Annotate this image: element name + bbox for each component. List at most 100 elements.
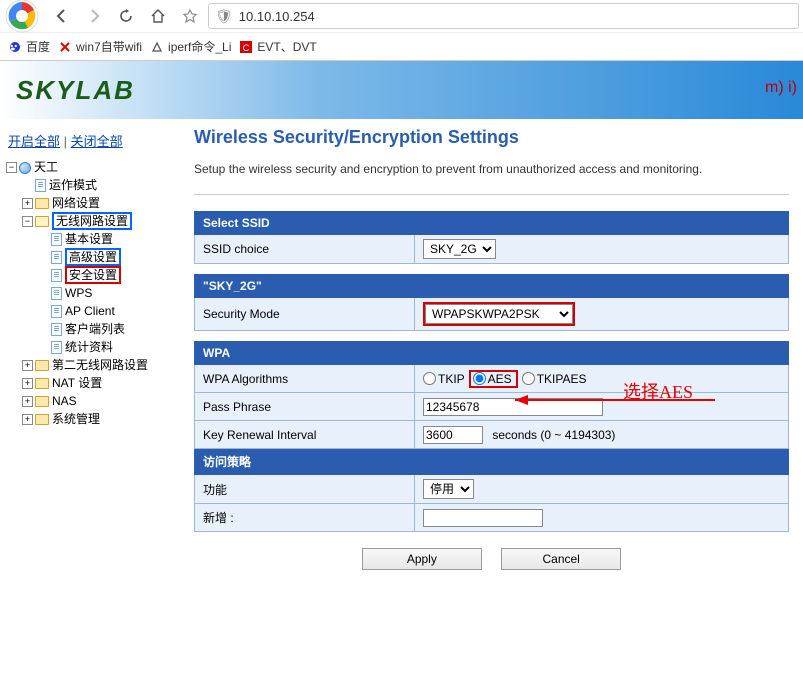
security-mode-select[interactable]: WPAPSKWPA2PSK [425,304,573,324]
wpa-algo-label: WPA Algorithms [195,365,415,393]
renewal-suffix: seconds (0 ~ 4194303) [492,428,615,442]
expander-icon[interactable]: − [6,162,17,173]
tree-root[interactable]: 天工 [34,160,58,174]
folder-icon [35,360,49,371]
access-func-select[interactable]: 停用 [423,479,474,499]
access-header: 访问策略 [195,449,789,475]
bookmarks-bar: 百度 win7自带wifi iperf命令_Li C EVT、DVT [0,32,803,60]
expander-icon[interactable]: − [22,216,33,227]
tree-controls: 开启全部 | 关闭全部 [4,123,176,158]
browser-chrome: 🛡 10.10.10.254 百度 win7自带wifi iperf命令_Li … [0,0,803,61]
section-header: WPA [195,342,789,365]
security-mode-label: Security Mode [195,298,415,331]
home-button[interactable] [144,2,172,30]
tree-wireless[interactable]: 无线网路设置 [52,212,132,230]
page-icon [51,233,62,246]
folder-open-icon [35,216,49,227]
page-icon [51,323,62,336]
tree-security[interactable]: 安全设置 [65,266,121,284]
url-box[interactable]: 🛡 10.10.10.254 [208,3,799,29]
folder-icon [35,378,49,389]
nav-tree: − 天工 运作模式 + 网络设置 − 无线网路设置 基本设置 高级设置 安全设置 WP… [4,158,176,428]
passphrase-label: Pass Phrase [195,393,415,421]
ssid-choice-select[interactable]: SKY_2G [423,239,496,259]
page-icon [51,251,62,264]
globe-icon [19,162,31,174]
tree-wireless2[interactable]: 第二无线网路设置 [52,358,148,372]
tree-advanced[interactable]: 高级设置 [65,248,121,266]
table-wpa: WPA WPA Algorithms TKIP AES TKIPAES Pass… [194,341,789,532]
tree-nat[interactable]: NAT 设置 [52,376,102,390]
radio-aes[interactable] [473,372,486,385]
tree-stats[interactable]: 统计资料 [65,340,113,354]
cancel-button[interactable]: Cancel [501,548,621,570]
apply-button[interactable]: Apply [362,548,482,570]
renewal-input[interactable] [423,426,483,444]
expander-icon[interactable]: + [22,396,33,407]
tree-netsettings[interactable]: 网络设置 [52,196,100,210]
bookmark-label: 百度 [26,38,50,55]
section-header: "SKY_2G" [195,275,789,298]
page-icon [51,287,62,300]
renewal-label: Key Renewal Interval [195,421,415,449]
url-text: 10.10.10.254 [239,9,315,24]
ssid-choice-label: SSID choice [195,235,415,264]
folder-icon [35,396,49,407]
tree-opmode[interactable]: 运作模式 [49,178,97,192]
tree-sysadmin[interactable]: 系统管理 [52,412,100,426]
tree-nas[interactable]: NAS [52,394,77,408]
radio-tkipaes[interactable] [522,372,535,385]
expander-icon[interactable]: + [22,360,33,371]
expander-icon[interactable]: + [22,414,33,425]
page-title: Wireless Security/Encryption Settings [194,127,789,148]
main-content: Wireless Security/Encryption Settings Se… [180,119,803,590]
bookmark-win7wifi[interactable]: win7自带wifi [58,38,142,55]
sidebar: 开启全部 | 关闭全部 − 天工 运作模式 + 网络设置 − 无线网路设置 基本设置 … [0,119,180,590]
radio-tkip-label: TKIP [438,372,465,386]
page-icon [35,179,46,192]
page-icon [51,305,62,318]
shield-icon: 🛡 [215,8,233,25]
bookmark-iperf[interactable]: iperf命令_Li [150,38,231,55]
back-button[interactable] [48,2,76,30]
folder-icon [35,198,49,209]
expander-icon[interactable]: + [22,378,33,389]
bookmark-label: EVT、DVT [257,38,316,55]
browser-logo-icon [4,0,40,34]
page-description: Setup the wireless security and encrypti… [194,162,789,176]
page-banner: SKYLAB m) i) [0,61,803,119]
passphrase-input[interactable] [423,398,603,416]
favorite-button[interactable] [176,2,204,30]
close-all-link[interactable]: 关闭全部 [71,134,123,149]
svg-text:C: C [243,43,250,53]
radio-aes-label: AES [488,372,512,386]
bookmark-label: iperf命令_Li [168,38,231,55]
access-add-input[interactable] [423,509,543,527]
forward-button[interactable] [80,2,108,30]
bookmark-label: win7自带wifi [76,38,142,55]
banner-right-text: m) i) [765,79,797,97]
logo-text: SKYLAB [10,75,135,106]
table-ssid-detail: "SKY_2G" Security Mode WPAPSKWPA2PSK [194,274,789,331]
page-icon [51,341,62,354]
tree-wps[interactable]: WPS [65,286,92,300]
divider [194,194,789,195]
section-header: Select SSID [195,212,789,235]
expander-icon[interactable]: + [22,198,33,209]
reload-button[interactable] [112,2,140,30]
page-icon [51,269,62,282]
tree-apclient[interactable]: AP Client [65,304,115,318]
bookmark-baidu[interactable]: 百度 [8,38,50,55]
address-bar: 🛡 10.10.10.254 [0,0,803,32]
radio-tkipaes-label: TKIPAES [537,372,587,386]
access-add-label: 新增 : [195,504,415,532]
tree-basic[interactable]: 基本设置 [65,232,113,246]
access-func-label: 功能 [195,475,415,504]
table-select-ssid: Select SSID SSID choice SKY_2G [194,211,789,264]
tree-clients[interactable]: 客户端列表 [65,322,125,336]
folder-icon [35,414,49,425]
open-all-link[interactable]: 开启全部 [8,134,60,149]
radio-tkip[interactable] [423,372,436,385]
bookmark-evt[interactable]: C EVT、DVT [239,38,316,55]
button-row: Apply Cancel [194,548,789,570]
